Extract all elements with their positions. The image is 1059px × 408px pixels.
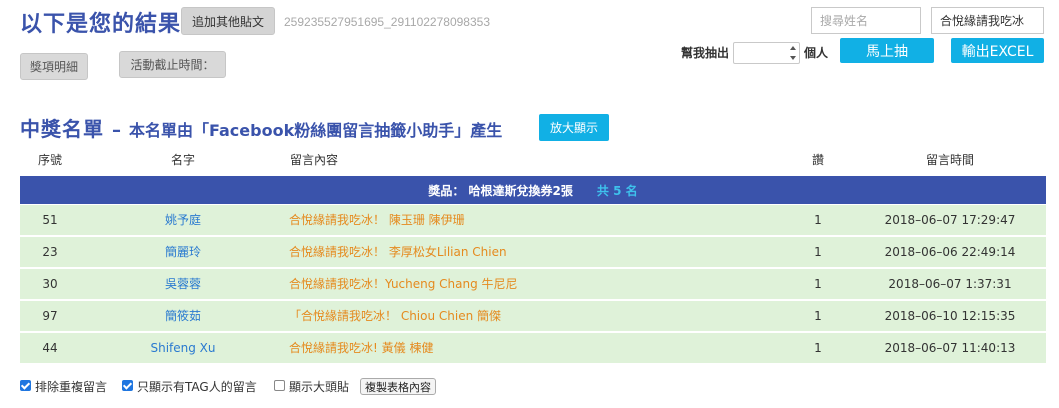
show-avatars-label[interactable]: 顯示大頭貼	[289, 378, 349, 395]
prize-detail-button[interactable]: 獎項明細	[20, 53, 88, 80]
row-index: 51	[42, 213, 58, 227]
post-id: 259235527951695_291102278098353	[284, 15, 490, 29]
row-index: 23	[42, 245, 58, 259]
prize-bar: 獎品： 哈根達斯兌換券2張 共 5 名	[20, 176, 1046, 204]
row-time: 2018–06–07 11:40:13	[884, 341, 1016, 355]
add-post-button[interactable]: 追加其他貼文	[181, 7, 275, 35]
keyword-input[interactable]: 合悅緣請我吃冰	[931, 7, 1044, 34]
winners-subtitle: 本名單由「Facebook粉絲團留言抽籤小助手」產生	[129, 121, 503, 140]
export-excel-button[interactable]: 輸出EXCEL	[951, 38, 1044, 63]
column-header-time: 留言時間	[925, 153, 974, 167]
row-message: 合悅緣請我吃冰！ 李厚松女Lilian Chien	[289, 245, 507, 259]
row-name-link[interactable]: 姚予庭	[135, 205, 231, 235]
column-header-message: 留言內容	[290, 153, 339, 167]
winners-dash: –	[112, 120, 121, 141]
zoom-button[interactable]: 放大顯示	[539, 114, 609, 141]
row-message: 「合悅緣請我吃冰！ Chiou Chien 簡傑	[289, 309, 502, 323]
table-row: 30 吳蓉蓉 合悅緣請我吃冰！Yucheng Chang 牛尼尼 1 2018–…	[20, 269, 1046, 300]
row-name-link[interactable]: 吳蓉蓉	[135, 269, 231, 299]
row-name-link[interactable]: 簡麗玲	[135, 237, 231, 267]
table-row: 51 姚予庭 合悅緣請我吃冰！ 陳玉珊 陳伊珊 1 2018–06–07 17:…	[20, 205, 1046, 236]
row-index: 30	[42, 277, 58, 291]
copy-table-button[interactable]: 複製表格內容	[360, 378, 436, 395]
winners-title: 中獎名單	[20, 117, 104, 141]
table-row: 44 Shifeng Xu 合悅緣請我吃冰! 黃儀 楝健 1 2018–06–0…	[20, 333, 1046, 364]
table-row: 23 簡麗玲 合悅緣請我吃冰！ 李厚松女Lilian Chien 1 2018–…	[20, 237, 1046, 268]
row-likes: 1	[814, 213, 822, 227]
draw-label-prefix: 幫我抽出	[681, 46, 730, 60]
row-name-link[interactable]: 簡筱茹	[135, 301, 231, 331]
draw-label-suffix: 個人	[804, 46, 829, 60]
page-title: 以下是您的結果	[20, 12, 182, 37]
row-index: 44	[42, 341, 58, 355]
row-likes: 1	[814, 341, 822, 355]
row-time: 2018–06–07 17:29:47	[884, 213, 1016, 227]
row-time: 2018–06–06 22:49:14	[884, 245, 1016, 259]
row-likes: 1	[814, 277, 822, 291]
row-message: 合悅緣請我吃冰！ 陳玉珊 陳伊珊	[289, 213, 465, 227]
row-time: 2018–06–10 12:15:35	[884, 309, 1016, 323]
row-name-link[interactable]: Shifeng Xu	[135, 333, 231, 363]
row-likes: 1	[814, 309, 822, 323]
stepper-arrows-icon[interactable]	[789, 46, 797, 60]
row-message: 合悅緣請我吃冰！Yucheng Chang 牛尼尼	[289, 277, 518, 291]
draw-now-button[interactable]: 馬上抽	[840, 38, 934, 63]
only-tagged-checkbox[interactable]	[122, 380, 133, 391]
prize-count: 共 5 名	[596, 183, 638, 198]
column-header-index: 序號	[37, 153, 62, 167]
draw-count-stepper[interactable]	[733, 42, 800, 64]
winners-heading: 中獎名單 – 本名單由「Facebook粉絲團留言抽籤小助手」產生	[20, 113, 502, 142]
column-header-likes: 讚	[811, 153, 824, 167]
table-row: 97 簡筱茹 「合悅緣請我吃冰！ Chiou Chien 簡傑 1 2018–0…	[20, 301, 1046, 332]
exclude-duplicates-checkbox[interactable]	[20, 380, 31, 391]
show-avatars-checkbox[interactable]	[274, 380, 285, 391]
deadline-button[interactable]: 活動截止時間：	[119, 51, 226, 78]
exclude-duplicates-label[interactable]: 排除重複留言	[35, 378, 107, 395]
row-message: 合悅緣請我吃冰! 黃儀 楝健	[289, 341, 434, 355]
row-index: 97	[42, 309, 58, 323]
row-time: 2018–06–07 1:37:31	[888, 277, 1012, 291]
only-tagged-label[interactable]: 只顯示有TAG人的留言	[137, 378, 257, 395]
prize-label: 獎品： 哈根達斯兌換券2張	[428, 183, 573, 198]
column-header-name: 名字	[170, 153, 195, 167]
search-input[interactable]: 搜尋姓名	[811, 7, 921, 34]
row-likes: 1	[814, 245, 822, 259]
